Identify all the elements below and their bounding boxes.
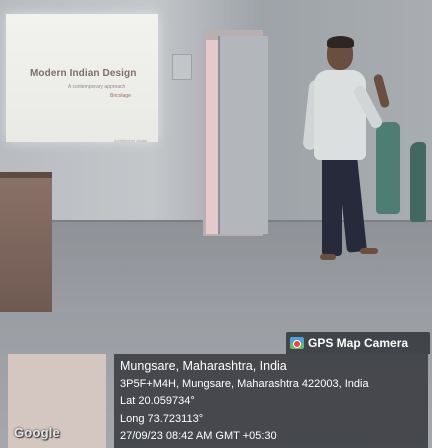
projector-screen: Modern Indian Design A contemporary appr… — [6, 14, 158, 143]
person-hair — [327, 36, 354, 48]
location-info-panel: Mungsare, Maharashtra, India 3P5F+M4H, M… — [114, 354, 428, 448]
slide-subtitle: A contemporary approach — [68, 84, 126, 90]
door — [218, 36, 268, 234]
app-name: GPS Map Camera — [308, 336, 409, 350]
address-line: 3P5F+M4H, Mungsare, Maharashtra 422003, … — [120, 377, 369, 390]
cabinet-top — [0, 172, 52, 178]
slide-tag: Bricolage — [110, 93, 131, 99]
latitude-line: Lat 20.059734° — [120, 395, 195, 408]
person-shirt — [314, 70, 366, 160]
wooden-cabinet — [0, 172, 52, 312]
gps-camera-badge: GPS Map Camera — [286, 332, 430, 354]
teal-chair — [376, 122, 400, 214]
teal-chair-2 — [410, 142, 426, 222]
location-title: Mungsare, Maharashtra, India — [120, 359, 287, 373]
google-logo: Google — [14, 425, 60, 440]
photo-frame: Modern Indian Design A contemporary appr… — [0, 0, 432, 448]
person-foot-left — [320, 254, 336, 260]
person-foot-right — [360, 248, 378, 254]
datetime-line: 27/09/23 08:42 AM GMT +05:30 — [120, 430, 277, 443]
longitude-line: Long 73.723113° — [120, 412, 204, 425]
slide-footer: Architecture studio — [114, 138, 148, 143]
gps-map-camera-icon — [290, 337, 304, 349]
switch-board — [172, 54, 192, 80]
slide-title: Modern Indian Design — [30, 68, 137, 79]
